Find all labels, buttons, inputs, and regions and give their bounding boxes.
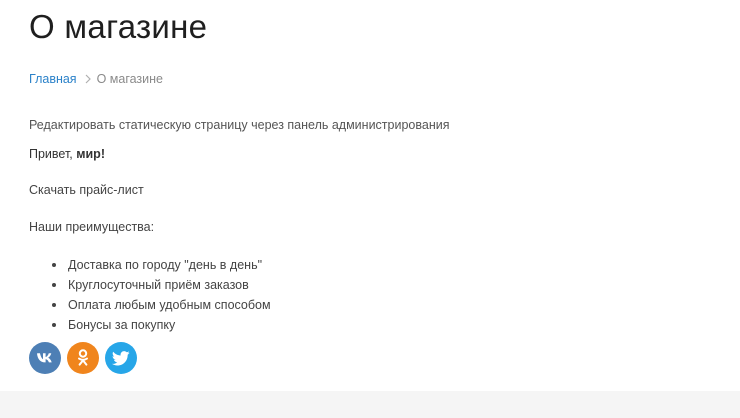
page-title: О магазине xyxy=(29,8,208,45)
greeting-bold: мир! xyxy=(76,147,105,161)
odnoklassniki-share-button[interactable] xyxy=(67,342,99,374)
advantages-list: Доставка по городу "день в день" Круглос… xyxy=(29,255,271,335)
advantages-title: Наши преимущества: xyxy=(29,220,155,234)
greeting-prefix: Привет, xyxy=(29,147,77,161)
twitter-share-button[interactable] xyxy=(105,342,137,374)
list-item: Бонусы за покупку xyxy=(29,315,271,335)
social-share-buttons xyxy=(29,342,137,374)
vk-icon xyxy=(36,352,54,364)
download-price-list-link[interactable]: Скачать прайс-лист xyxy=(29,183,144,197)
list-item: Круглосуточный приём заказов xyxy=(29,275,271,295)
list-item: Оплата любым удобным способом xyxy=(29,295,271,315)
edit-static-page-link[interactable]: Редактировать статическую страницу через… xyxy=(29,118,449,132)
breadcrumb-home-link[interactable]: Главная xyxy=(29,72,77,86)
breadcrumb: Главная О магазине xyxy=(29,72,163,86)
twitter-icon xyxy=(112,350,130,366)
greeting-text: Привет, мир! xyxy=(29,147,105,161)
odnoklassniki-icon xyxy=(77,349,89,367)
vk-share-button[interactable] xyxy=(29,342,61,374)
breadcrumb-current: О магазине xyxy=(96,72,163,86)
list-item: Доставка по городу "день в день" xyxy=(29,255,271,275)
chevron-right-icon xyxy=(85,74,91,84)
footer-band xyxy=(0,391,740,418)
page: О магазине Главная О магазине Редактиров… xyxy=(0,0,740,418)
